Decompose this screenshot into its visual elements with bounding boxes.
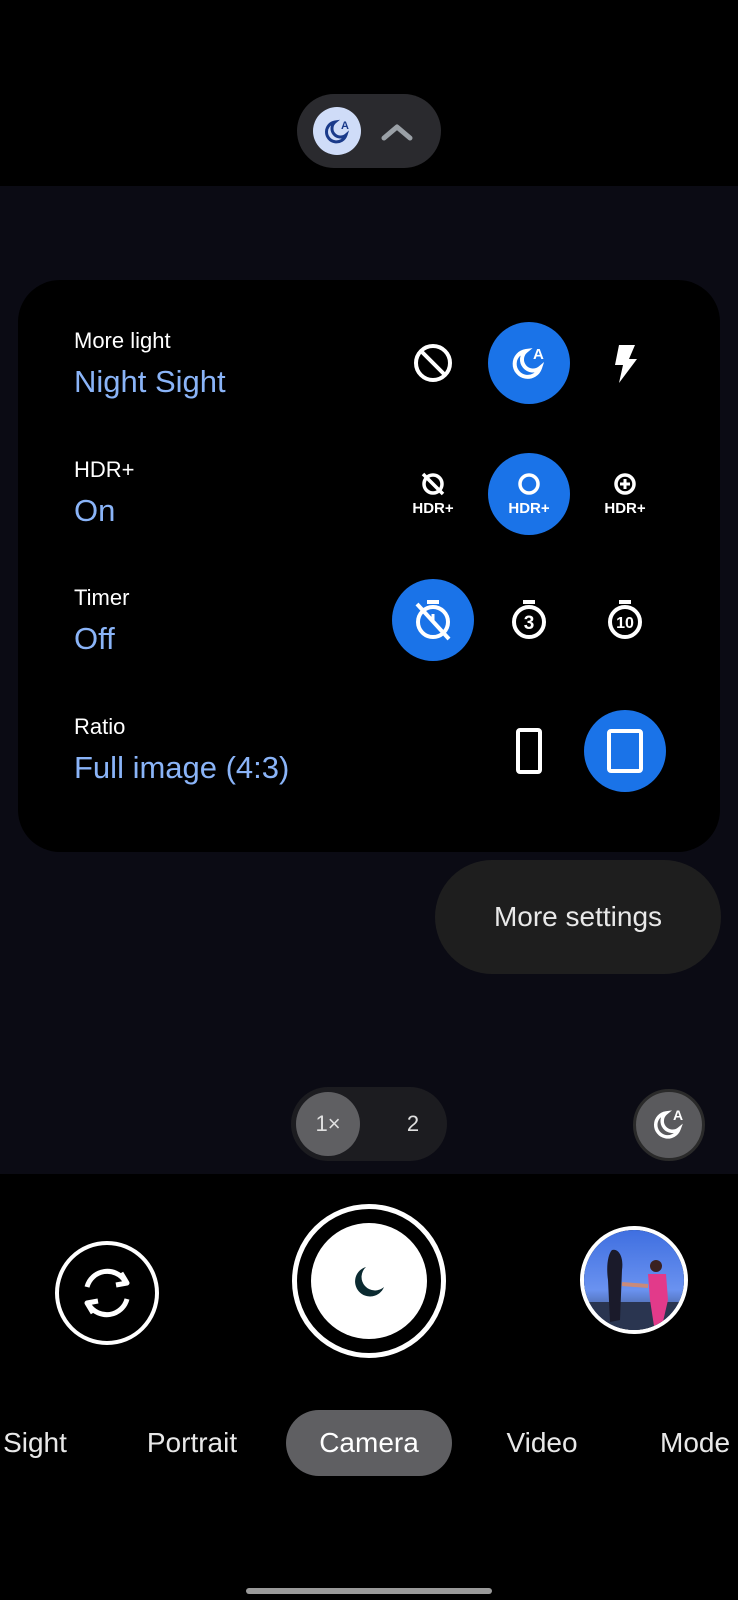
hdr-on-icon: HDR+ [508,473,550,517]
svg-text:HDR+: HDR+ [604,500,645,517]
settings-toggle-pill[interactable]: A [297,94,441,168]
shutter-button[interactable] [292,1204,446,1358]
svg-text:A: A [341,120,349,132]
gallery-thumbnail[interactable] [580,1226,688,1334]
ratio-full-button[interactable] [584,710,666,792]
svg-text:A: A [673,1107,683,1123]
more-settings-button[interactable]: More settings [435,860,721,974]
flash-icon [615,345,637,383]
off-icon [414,344,452,382]
setting-value: Night Sight [74,364,226,399]
setting-label: Ratio [74,714,126,739]
setting-label: HDR+ [74,457,135,482]
timer-3-icon: 3 [512,600,546,639]
timer-10-icon: 10 [608,600,642,639]
quick-settings-panel: More light Night Sight A HDR+ On HDR+ HD… [18,280,720,852]
hdr-enhanced-icon: HDR+ [604,473,646,517]
zoom-selector: 1× 2 [291,1087,447,1161]
more-light-night-sight-button[interactable]: A [488,322,570,404]
chevron-up-icon[interactable] [379,114,415,150]
hdr-off-button[interactable]: HDR+ [392,453,474,535]
night-sight-auto-icon[interactable]: A [313,107,361,155]
photo-thumbnail-image [584,1230,684,1330]
night-mode-icon [355,1267,384,1297]
timer-off-button[interactable] [392,579,474,661]
home-gesture-bar[interactable] [246,1588,492,1594]
shutter-inner[interactable] [311,1223,427,1339]
night-sight-auto-icon[interactable]: A [633,1089,705,1161]
svg-text:HDR+: HDR+ [412,500,453,517]
zoom-2x-button[interactable]: 2 [381,1092,445,1156]
setting-value: Full image (4:3) [74,750,290,785]
setting-value: On [74,493,116,528]
ratio-full-icon [607,729,643,773]
setting-label: More light [74,328,171,353]
svg-text:10: 10 [616,615,634,632]
setting-row-timer: Timer Off 3 10 [18,579,720,705]
setting-label: Timer [74,585,130,610]
mode-portrait[interactable]: Portrait [132,1410,252,1476]
night-sight-auto-icon: A [512,346,545,379]
switch-camera-icon [55,1241,159,1345]
setting-row-ratio: Ratio Full image (4:3) [18,710,720,834]
switch-camera-button[interactable] [55,1225,159,1361]
svg-text:A: A [533,346,544,363]
mode-night-sight[interactable]: Sight [0,1410,70,1476]
setting-row-hdr: HDR+ On HDR+ HDR+ HDR+ [18,453,720,577]
zoom-1x-button[interactable]: 1× [296,1092,360,1156]
hdr-on-button[interactable]: HDR+ [488,453,570,535]
svg-text:HDR+: HDR+ [508,500,549,517]
more-light-off-button[interactable] [392,322,474,404]
mode-video[interactable]: Video [496,1410,588,1476]
more-light-flash-button[interactable] [584,322,666,404]
svg-text:3: 3 [524,613,535,634]
mode-modes[interactable]: Mode [660,1410,738,1476]
hdr-off-icon: HDR+ [412,472,454,517]
timer-off-icon [415,600,451,641]
timer-10-button[interactable]: 10 [584,579,666,661]
setting-row-more-light: More light Night Sight A [18,322,720,448]
mode-camera[interactable]: Camera [286,1410,452,1476]
hdr-enhanced-button[interactable]: HDR+ [584,453,666,535]
ratio-tall-icon [516,728,542,774]
ratio-tall-button[interactable] [488,710,570,792]
mode-switcher: Sight Portrait Camera Video Mode [0,1410,738,1476]
timer-3-button[interactable]: 3 [488,579,570,661]
setting-value: Off [74,621,115,656]
